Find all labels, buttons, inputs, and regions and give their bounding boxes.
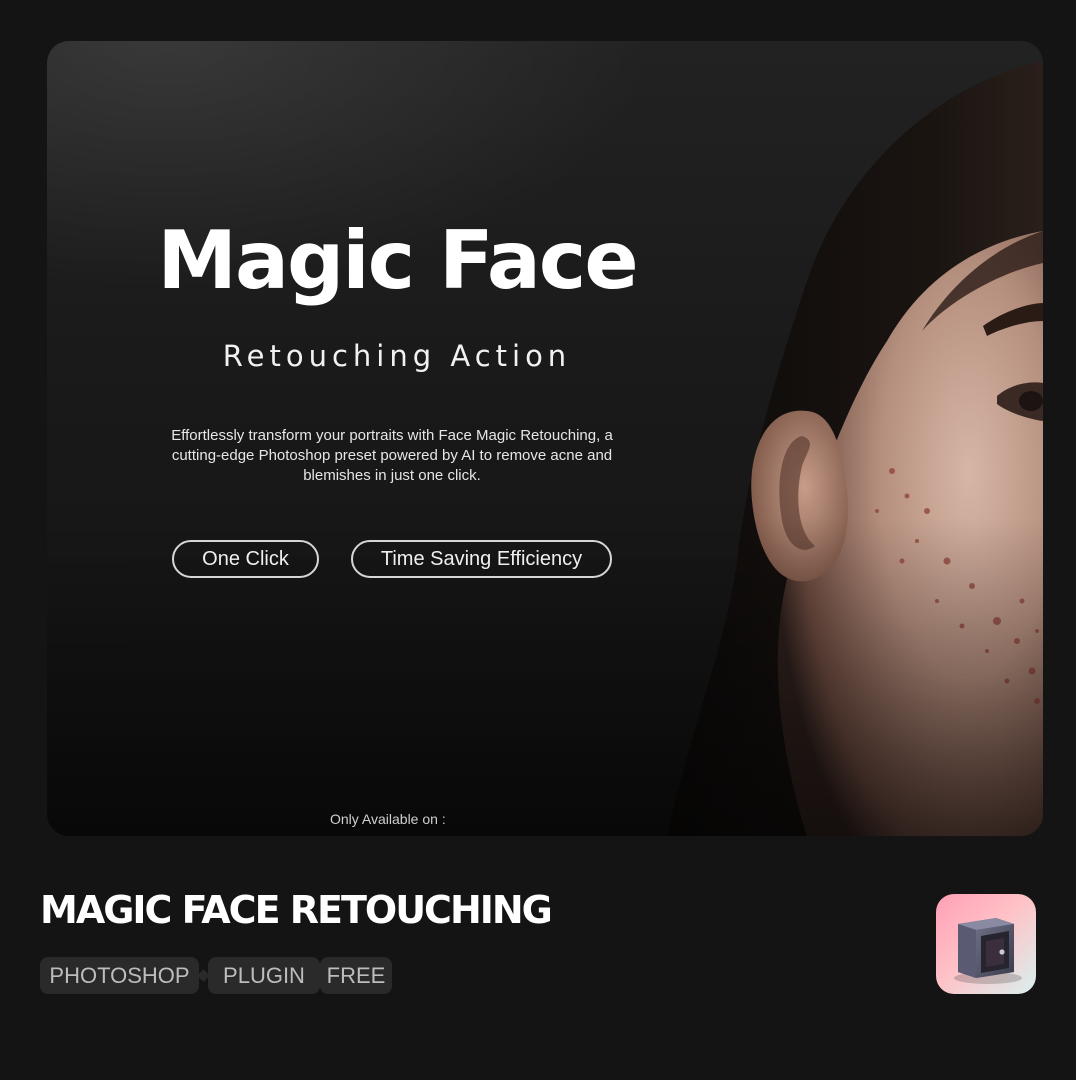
tag-photoshop[interactable]: PHOTOSHOP	[40, 957, 199, 994]
hero-banner[interactable]: Magic Face Retouching Action Effortlessl…	[47, 41, 1043, 836]
safe-icon[interactable]	[936, 894, 1036, 994]
feature-pill-one-click: One Click	[172, 540, 319, 578]
availability-text: Only Available on :	[330, 811, 446, 827]
tag-free[interactable]: FREE	[320, 957, 392, 994]
hero-subtitle: Retouching Action	[222, 339, 572, 373]
product-title[interactable]: MAGIC FACE RETOUCHING	[40, 888, 553, 932]
hero-title: Magic Face	[157, 214, 638, 307]
feature-pill-time-saving: Time Saving Efficiency	[351, 540, 612, 578]
hero-description: Effortlessly transform your portraits wi…	[171, 427, 613, 484]
tag-plugin[interactable]: PLUGIN	[208, 957, 320, 994]
product-card: Magic Face Retouching Action Effortlessl…	[0, 0, 1076, 1080]
